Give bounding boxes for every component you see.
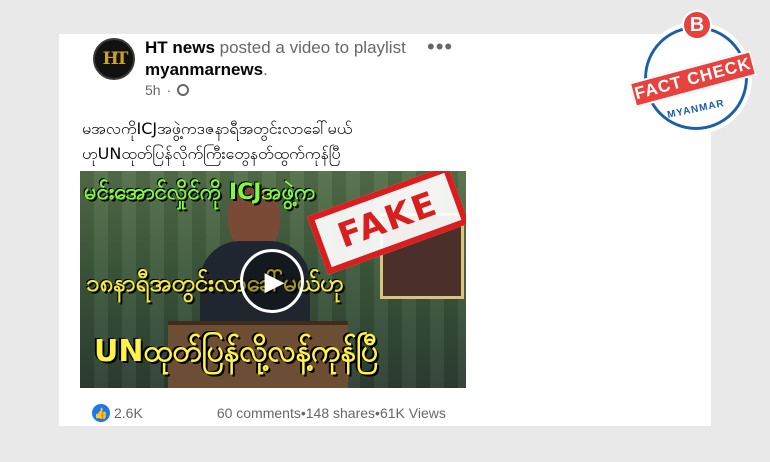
- share-count[interactable]: 148 shares: [306, 405, 375, 421]
- post-text-line: ဟုUNထုတ်ပြန်လိုက်ကြီးတွေနတ်ထွက်ကုန်ပြီ: [82, 144, 341, 163]
- view-count: 61K Views: [379, 405, 446, 421]
- badge-letter: B: [682, 10, 712, 40]
- playlist-link-row: myanmarnews.: [145, 60, 268, 80]
- video-player[interactable]: မင်းအောင်လှိုင်ကို ICJအဖွဲ့က ၁၈နာရီအတွင်…: [80, 171, 466, 388]
- playlist-link[interactable]: myanmarnews: [145, 60, 263, 79]
- video-caption-top: မင်းအောင်လှိုင်ကို ICJအဖွဲ့က: [84, 180, 316, 205]
- post-text: မအလကိုICJအဖွဲ့ကဒဇနာရီအတွင်းလာခေါ်မယ် ဟုU…: [82, 116, 582, 166]
- post-header: HT news posted a video to playlist: [145, 38, 406, 58]
- globe-icon: [177, 84, 190, 96]
- post-card: HT HT news posted a video to playlist my…: [59, 34, 711, 426]
- post-time[interactable]: 5h: [145, 82, 161, 98]
- avatar[interactable]: HT: [93, 38, 135, 80]
- more-options-icon[interactable]: •••: [427, 34, 453, 60]
- playlist-suffix: .: [263, 60, 268, 79]
- post-text-line: မအလကိုICJအဖွဲ့ကဒဇနာရီအတွင်းလာခေါ်မယ်: [82, 119, 353, 138]
- avatar-label: HT: [102, 49, 129, 69]
- video-caption-bottom: UNထုတ်ပြန်လို့လန့်ကုန်ပြီ: [94, 334, 379, 369]
- author-name[interactable]: HT news: [145, 38, 215, 57]
- post-meta: 5h ·: [145, 82, 190, 98]
- engagement-bar: 👍 2.6K 60 comments • 148 shares • 61K Vi…: [92, 404, 532, 422]
- play-icon[interactable]: ▶: [240, 249, 304, 313]
- like-icon[interactable]: 👍: [92, 404, 110, 422]
- video-caption-middle: ၁၈နာရီအတွင်းလာခေါ်မယ်ဟု: [86, 269, 344, 297]
- post-action: posted a video to playlist: [214, 38, 406, 57]
- comment-count[interactable]: 60 comments: [217, 405, 301, 421]
- fact-check-badge: B FACT CHECK MYANMAR: [628, 8, 762, 140]
- like-count[interactable]: 2.6K: [114, 405, 143, 421]
